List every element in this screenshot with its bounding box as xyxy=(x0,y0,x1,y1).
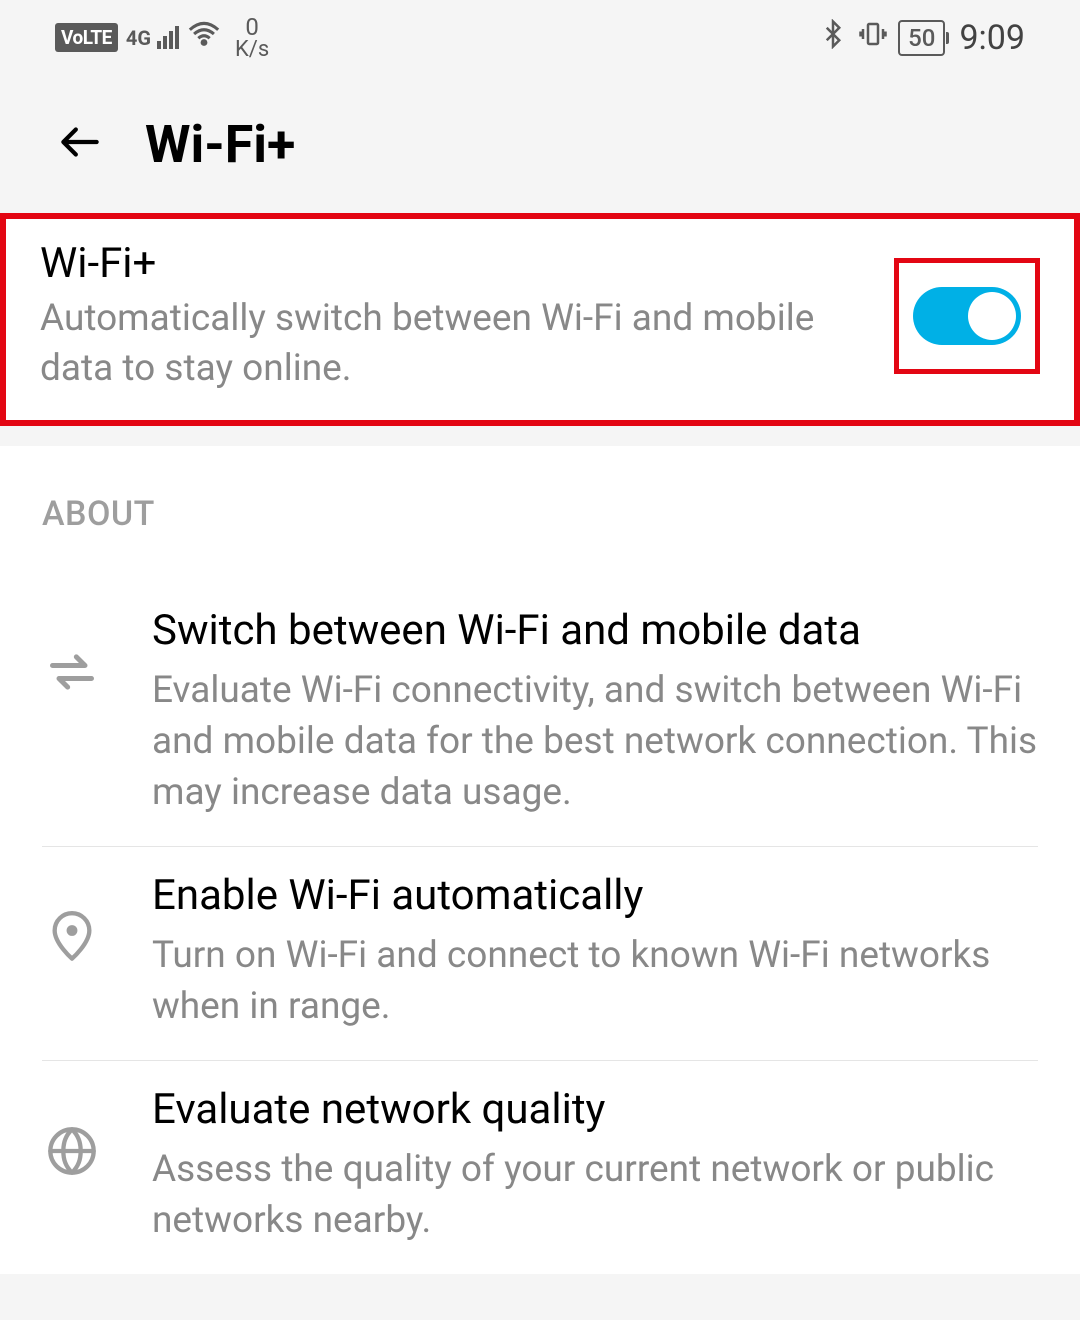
wifi-plus-toggle-title: Wi-Fi+ xyxy=(40,239,874,288)
about-item-title: Switch between Wi-Fi and mobile data xyxy=(152,606,1038,655)
wifi-plus-toggle-text: Wi-Fi+ Automatically switch between Wi-F… xyxy=(40,239,894,394)
toggle-highlight xyxy=(894,258,1040,374)
about-item-description: Turn on Wi-Fi and connect to known Wi-Fi… xyxy=(152,930,1038,1032)
section-divider xyxy=(0,426,1080,446)
about-heading: ABOUT xyxy=(42,494,1038,534)
globe-icon xyxy=(42,1085,102,1177)
wifi-icon xyxy=(187,17,221,58)
about-item-switch-data: Switch between Wi-Fi and mobile data Eva… xyxy=(42,582,1038,847)
location-pin-icon xyxy=(42,871,102,963)
wifi-plus-toggle-switch[interactable] xyxy=(913,287,1021,345)
signal-strength-icon xyxy=(157,26,179,49)
about-item-evaluate-quality: Evaluate network quality Assess the qual… xyxy=(42,1061,1038,1274)
page-header: Wi-Fi+ xyxy=(0,75,1080,213)
battery-indicator: 50 xyxy=(898,20,945,56)
status-bar: VoLTE 4G 0 K/s xyxy=(0,0,1080,75)
about-item-title: Enable Wi-Fi automatically xyxy=(152,871,1038,920)
about-item-description: Assess the quality of your current netwo… xyxy=(152,1144,1038,1246)
about-item-title: Evaluate network quality xyxy=(152,1085,1038,1134)
status-left: VoLTE 4G 0 K/s xyxy=(55,15,269,61)
vibrate-icon xyxy=(858,19,888,56)
network-type-indicator: 4G xyxy=(126,28,151,48)
back-button[interactable] xyxy=(55,117,105,171)
about-section: ABOUT Switch between Wi-Fi and mobile da… xyxy=(0,446,1080,1274)
data-rate-indicator: 0 K/s xyxy=(235,15,269,61)
about-item-description: Evaluate Wi-Fi connectivity, and switch … xyxy=(152,665,1038,818)
clock: 9:09 xyxy=(959,18,1025,58)
swap-arrows-icon xyxy=(42,606,102,698)
about-item-auto-wifi: Enable Wi-Fi automatically Turn on Wi-Fi… xyxy=(42,847,1038,1061)
wifi-plus-toggle-description: Automatically switch between Wi-Fi and m… xyxy=(40,294,874,394)
page-title: Wi-Fi+ xyxy=(145,114,295,175)
wifi-plus-toggle-row[interactable]: Wi-Fi+ Automatically switch between Wi-F… xyxy=(0,213,1080,426)
status-right: 50 9:09 xyxy=(818,18,1025,58)
volte-indicator: VoLTE xyxy=(55,23,118,52)
bluetooth-icon xyxy=(818,19,848,56)
